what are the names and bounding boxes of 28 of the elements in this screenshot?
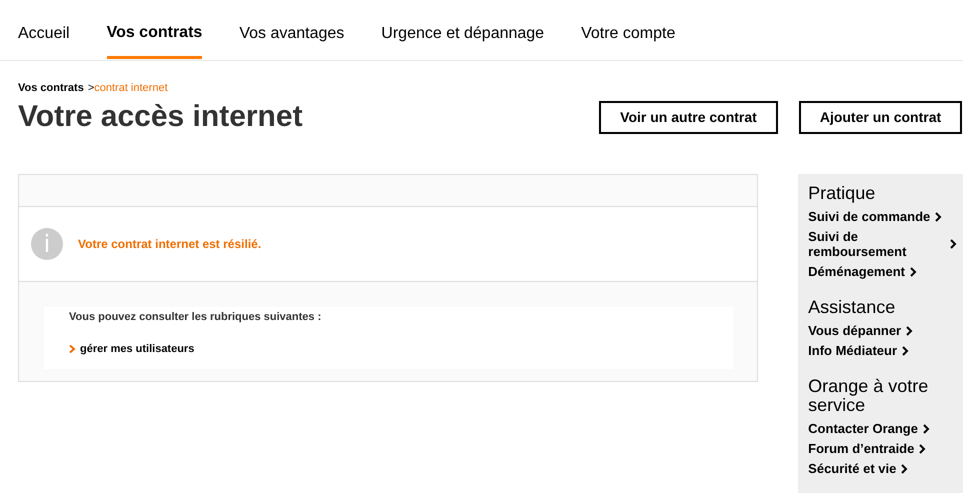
breadcrumb-current: >contrat internet	[88, 82, 168, 94]
chevron-icon	[910, 266, 917, 276]
sidebar-link[interactable]: Déménagement	[808, 262, 963, 282]
sidebar-link[interactable]: Forum d’entraide	[808, 439, 963, 459]
nav-tab[interactable]: Accueil	[18, 25, 70, 60]
sidebar-heading: Pratique	[808, 184, 876, 203]
rubrics-intro: Vous pouvez consulter les rubriques suivantes :	[69, 311, 322, 323]
nav-tab[interactable]: Vos contrats	[106, 24, 202, 59]
chevron-icon	[935, 212, 942, 222]
sidebar-link[interactable]: Sécurité et vie	[808, 459, 963, 479]
chevron-icon	[901, 464, 908, 474]
notice-message: Votre contrat internet est résilié.	[78, 237, 262, 251]
sidebar-link[interactable]: Info Médiateur	[808, 341, 963, 361]
breadcrumb-link[interactable]: Vos contrats	[18, 82, 84, 94]
contract-button[interactable]: Voir un autre contrat	[599, 100, 778, 134]
rubric-link[interactable]: gérer mes utilisateurs	[69, 343, 708, 355]
sidebar-link[interactable]: Suivi de commande	[808, 207, 963, 227]
nav-tab[interactable]: Votre compte	[581, 25, 676, 60]
chevron-icon	[950, 239, 957, 249]
sidebar-link[interactable]: Contacter Orange	[808, 419, 963, 439]
nav-tab[interactable]: Urgence et dépannage	[381, 25, 544, 60]
contract-button[interactable]: Ajouter un contrat	[799, 100, 962, 134]
sidebar-link[interactable]: Vous dépanner	[808, 321, 963, 341]
page-title: Votre accès internet	[18, 100, 304, 134]
sidebar-heading: Assistance	[808, 298, 896, 317]
nav-tab[interactable]: Vos avantages	[239, 25, 344, 60]
sidebar-link[interactable]: Suivi de remboursement	[808, 227, 963, 262]
sidebar-heading: Orange à votre service	[808, 377, 930, 415]
